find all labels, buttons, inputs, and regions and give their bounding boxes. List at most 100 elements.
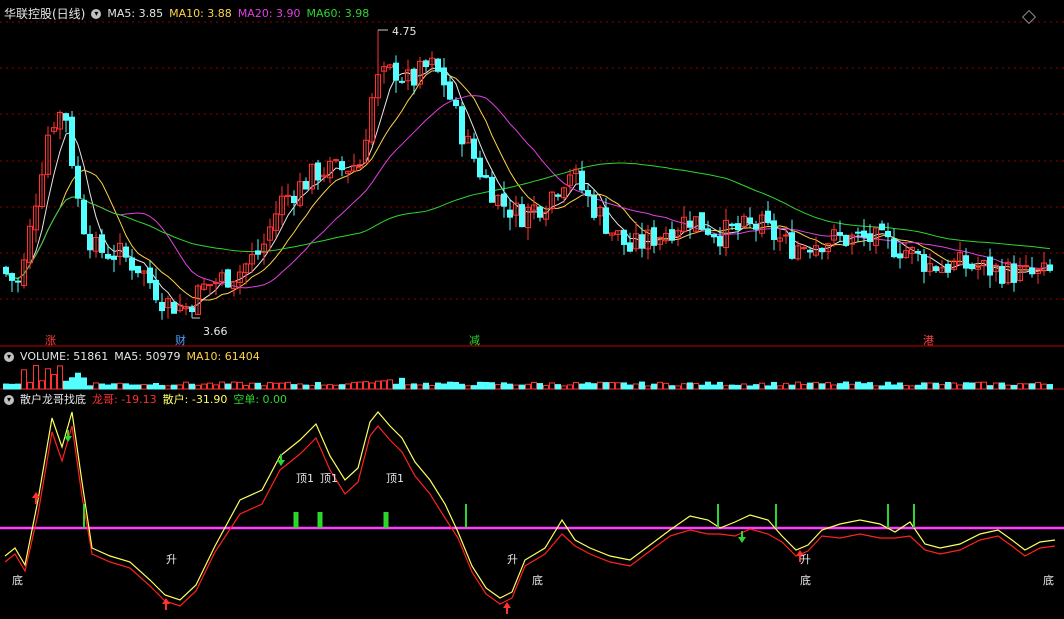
candle-body[interactable] [999, 265, 1005, 284]
volume-bar[interactable] [855, 381, 861, 390]
volume-bar[interactable] [609, 381, 615, 390]
candle-body[interactable] [885, 231, 891, 238]
volume-bar[interactable] [531, 381, 537, 390]
volume-bar[interactable] [1041, 383, 1047, 390]
volume-bar[interactable] [21, 369, 27, 390]
candle-body[interactable] [771, 220, 777, 240]
candle-body[interactable] [1011, 263, 1017, 283]
volume-bar[interactable] [81, 377, 87, 390]
candle-body[interactable] [123, 246, 129, 258]
candle-body[interactable] [483, 175, 489, 178]
volume-bar[interactable] [621, 382, 627, 390]
volume-bar[interactable] [849, 383, 855, 390]
volume-bar[interactable] [45, 368, 51, 390]
volume-bar[interactable] [873, 385, 879, 390]
volume-bar[interactable] [405, 384, 411, 390]
volume-bar[interactable] [183, 381, 189, 390]
event-tag-zhang[interactable]: 涨 [42, 334, 59, 347]
volume-bar[interactable] [555, 384, 561, 390]
volume-bar[interactable] [711, 384, 717, 390]
volume-bar[interactable] [393, 383, 399, 390]
volume-bar[interactable] [591, 383, 597, 390]
candle-body[interactable] [519, 204, 525, 228]
volume-bar[interactable] [447, 381, 453, 390]
volume-bar[interactable] [291, 384, 297, 390]
volume-bar[interactable] [675, 385, 681, 390]
candle-body[interactable] [213, 282, 219, 285]
volume-bar[interactable] [513, 384, 519, 390]
volume-bar[interactable] [759, 382, 765, 390]
volume-bar[interactable] [123, 383, 129, 390]
candle-body[interactable] [225, 269, 231, 288]
volume-bar[interactable] [195, 384, 201, 390]
candle-body[interactable] [945, 263, 951, 273]
volume-bar[interactable] [15, 383, 21, 390]
candle-body[interactable] [411, 68, 417, 86]
candle-body[interactable] [735, 223, 741, 231]
volume-bar[interactable] [345, 383, 351, 390]
volume-bar[interactable] [807, 382, 813, 390]
candle-body[interactable] [507, 209, 513, 218]
volume-bar[interactable] [489, 382, 495, 390]
volume-bar[interactable] [471, 385, 477, 390]
candle-body[interactable] [255, 250, 261, 255]
volume-bar[interactable] [159, 384, 165, 390]
candle-body[interactable] [15, 280, 21, 283]
volume-bar[interactable] [363, 381, 369, 390]
volume-bar[interactable] [69, 377, 75, 390]
volume-bar[interactable] [915, 384, 921, 390]
indicator-title[interactable]: 散户龙哥找底 [20, 392, 86, 408]
collapse-icon[interactable]: ▾ [4, 395, 14, 405]
candle-body[interactable] [99, 234, 105, 253]
volume-bar[interactable] [795, 381, 801, 390]
volume-bar[interactable] [975, 381, 981, 390]
candle-body[interactable] [963, 255, 969, 269]
candle-body[interactable] [585, 190, 591, 197]
volume-bar[interactable] [831, 384, 837, 390]
volume-bar[interactable] [435, 382, 441, 390]
volume-bar[interactable] [579, 383, 585, 390]
candle-body[interactable] [447, 81, 453, 100]
volume-bar[interactable] [87, 385, 93, 390]
volume-bar[interactable] [315, 382, 321, 390]
volume-bar[interactable] [645, 385, 651, 390]
candle-body[interactable] [717, 235, 723, 247]
volume-bar[interactable] [999, 382, 1005, 390]
volume-bar[interactable] [723, 385, 729, 390]
candle-body[interactable] [621, 229, 627, 245]
volume-bar[interactable] [327, 384, 333, 390]
volume-bar[interactable] [981, 381, 987, 390]
volume-bar[interactable] [729, 384, 735, 390]
volume-bar[interactable] [285, 381, 291, 390]
candle-body[interactable] [207, 284, 213, 287]
volume-bar[interactable] [789, 384, 795, 390]
volume-bar[interactable] [207, 382, 213, 390]
candle-body[interactable] [705, 228, 711, 235]
volume-bar[interactable] [483, 382, 489, 390]
candle-body[interactable] [435, 58, 441, 72]
event-tag-cai[interactable]: 财 [172, 334, 189, 347]
volume-bar[interactable] [147, 384, 153, 390]
event-tag-gang[interactable]: 港 [920, 334, 937, 347]
candle-body[interactable] [537, 206, 543, 218]
volume-bar[interactable] [933, 382, 939, 390]
volume-bar[interactable] [201, 383, 207, 390]
volume-bar[interactable] [837, 383, 843, 390]
volume-bar[interactable] [189, 383, 195, 390]
candle-body[interactable] [891, 238, 897, 258]
candle-body[interactable] [753, 224, 759, 230]
candle-body[interactable] [933, 266, 939, 272]
candle-body[interactable] [489, 176, 495, 203]
volume-bar[interactable] [27, 381, 33, 390]
candle-body[interactable] [651, 227, 657, 246]
candle-body[interactable] [669, 229, 675, 241]
volume-bar[interactable] [741, 383, 747, 390]
volume-bars[interactable] [3, 364, 1053, 390]
volume-bar[interactable] [213, 384, 219, 390]
candle-body[interactable] [393, 62, 399, 81]
volume-bar[interactable] [369, 382, 375, 390]
volume-bar[interactable] [495, 383, 501, 390]
volume-bar[interactable] [705, 381, 711, 390]
volume-bar[interactable] [117, 382, 123, 390]
candle-body[interactable] [591, 195, 597, 218]
